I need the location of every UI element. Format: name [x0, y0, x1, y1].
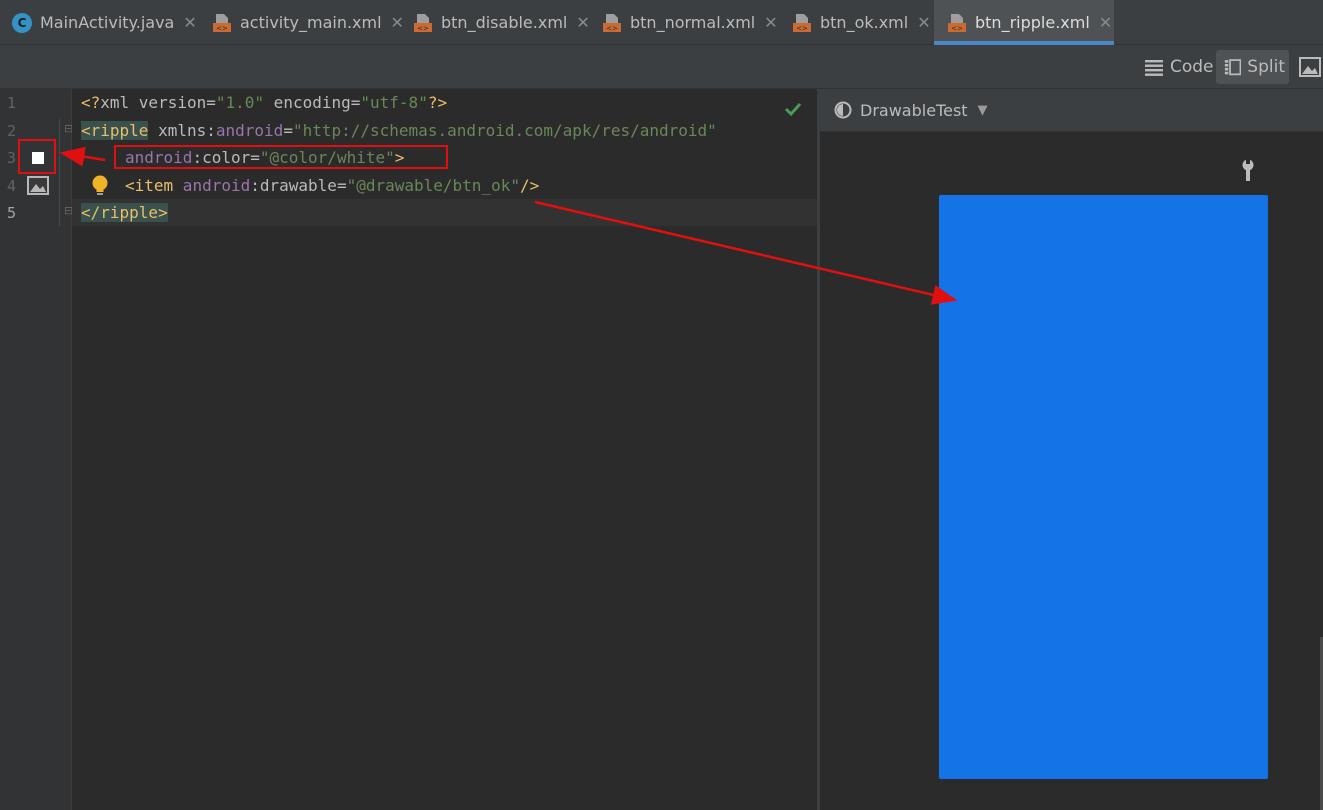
annotation-highlight-box [114, 145, 448, 169]
tab-activity-main-xml[interactable]: <> activity_main.xml ✕ [212, 0, 404, 45]
tab-label: activity_main.xml [240, 13, 382, 32]
editor-mode-toolbar: Code Split [0, 45, 1323, 89]
lightbulb-icon[interactable] [91, 175, 109, 197]
java-class-icon: C [12, 12, 32, 33]
tab-label: btn_normal.xml [630, 13, 756, 32]
drawable-preview-icon[interactable] [27, 176, 49, 195]
code-line-1: <?xml version="1.0" encoding="utf-8"?> [81, 93, 448, 112]
code-editor[interactable]: <?xml version="1.0" encoding="utf-8"?> <… [72, 89, 817, 810]
theme-selector[interactable]: DrawableTest [860, 101, 968, 120]
fold-line [59, 119, 60, 226]
editor-tab-bar: C MainActivity.java ✕ <> activity_main.x… [0, 0, 1323, 45]
no-problems-check-icon[interactable] [784, 101, 802, 117]
close-icon[interactable]: ✕ [391, 13, 404, 32]
code-line-4: <item android:drawable="@drawable/btn_ok… [125, 176, 540, 195]
code-view-icon [1145, 60, 1163, 76]
svg-text:<>: <> [606, 24, 618, 32]
split-view-icon [1224, 59, 1242, 76]
xml-file-icon: <> [793, 13, 811, 32]
tab-btn-disable-xml[interactable]: <> btn_disable.xml ✕ [413, 0, 590, 45]
annotation-highlight-box [18, 139, 56, 174]
split-mode-button[interactable]: Split [1216, 50, 1289, 84]
line-number: 4 [7, 177, 17, 195]
split-mode-label: Split [1247, 57, 1285, 77]
close-icon[interactable]: ✕ [576, 13, 589, 32]
image-icon [1299, 57, 1321, 77]
tab-label: btn_ripple.xml [975, 13, 1090, 32]
tab-btn-ripple-xml[interactable]: <> btn_ripple.xml ✕ [934, 0, 1114, 45]
tab-btn-normal-xml[interactable]: <> btn_normal.xml ✕ [602, 0, 778, 45]
xml-file-icon: <> [603, 13, 621, 32]
drawable-preview-pane: DrawableTest ▼ [820, 89, 1323, 810]
svg-text:<>: <> [417, 24, 429, 32]
theme-icon [834, 101, 852, 119]
tab-label: btn_disable.xml [441, 13, 568, 32]
tab-label: btn_ok.xml [820, 13, 909, 32]
line-number: 2 [7, 122, 17, 140]
line-number: 1 [7, 94, 17, 112]
current-line-highlight [72, 199, 817, 226]
design-mode-button[interactable] [1295, 50, 1323, 84]
line-number: 5 [7, 204, 17, 222]
drawable-render-preview [939, 195, 1268, 779]
code-line-2: <ripple xmlns:android="http://schemas.an… [81, 121, 717, 140]
svg-text:<>: <> [796, 24, 808, 32]
close-icon[interactable]: ✕ [183, 13, 196, 32]
wrench-icon[interactable] [1240, 159, 1256, 183]
xml-file-icon: <> [414, 13, 432, 32]
close-icon[interactable]: ✕ [1099, 13, 1112, 32]
code-line-5: </ripple> [81, 203, 168, 222]
tab-mainactivity-java[interactable]: C MainActivity.java ✕ [12, 0, 197, 45]
xml-file-icon: <> [213, 13, 231, 32]
close-icon[interactable]: ✕ [917, 13, 930, 32]
editor-gutter: 1 2 3 4 5 ⊟ ⊟ [0, 89, 73, 810]
chevron-down-icon[interactable]: ▼ [978, 103, 988, 118]
code-mode-label: Code [1170, 57, 1214, 77]
tab-label: MainActivity.java [40, 13, 175, 32]
line-number: 3 [7, 149, 17, 167]
close-icon[interactable]: ✕ [764, 13, 777, 32]
svg-text:<>: <> [951, 24, 963, 32]
preview-toolbar: DrawableTest ▼ [820, 89, 1323, 132]
xml-file-icon: <> [948, 13, 966, 32]
code-mode-button[interactable]: Code [1140, 50, 1218, 84]
tab-btn-ok-xml[interactable]: <> btn_ok.xml ✕ [792, 0, 931, 45]
svg-text:<>: <> [216, 24, 228, 32]
